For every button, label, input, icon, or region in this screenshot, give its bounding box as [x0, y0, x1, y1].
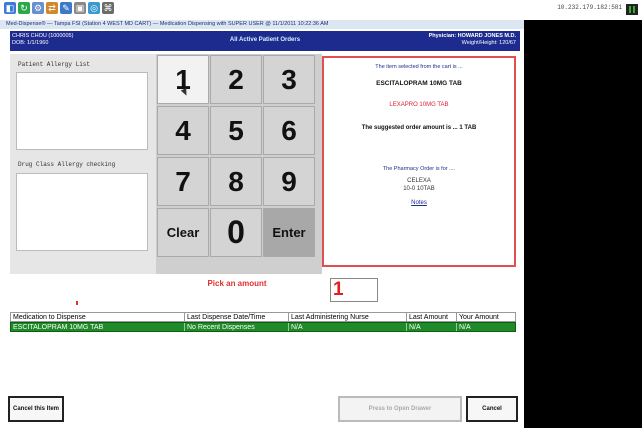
numeric-keypad: 1 2 3 4 5 6 7 8 9 Clear 0 Enter — [156, 54, 322, 274]
pause-icon[interactable] — [626, 4, 638, 15]
notes-link[interactable]: Notes — [324, 200, 514, 206]
network-icon[interactable]: ⌘ — [102, 2, 114, 14]
drug-class-allergy-label: Drug Class Allergy checking — [18, 161, 116, 168]
toolbar-icons: ◧ ↻ ⚙ ⇄ ✎ ▣ ◎ ⌘ — [4, 2, 114, 14]
settings-icon[interactable]: ⚙ — [32, 2, 44, 14]
connection-icon[interactable]: ◧ — [4, 2, 16, 14]
row-your-amount: N/A — [459, 324, 471, 331]
amount-field[interactable]: 1 — [330, 278, 378, 302]
drug-class-allergy-list[interactable] — [16, 173, 148, 251]
cancel-button[interactable]: Cancel — [466, 396, 518, 422]
key-5[interactable]: 5 — [210, 106, 262, 155]
key-2[interactable]: 2 — [210, 55, 262, 104]
pharmacy-drug: CELEXA — [407, 178, 431, 184]
row-last-amount: N/A — [407, 323, 457, 331]
patient-header: CHRIS CHOU (1000005) DOB: 1/1/1960 All A… — [10, 31, 520, 51]
allergy-panel: Patient Allergy List Drug Class Allergy … — [10, 54, 156, 274]
pick-amount-prompt: Pick an amount — [207, 279, 267, 288]
suggested-amount: The suggested order amount is ... 1 TAB — [361, 125, 477, 131]
window-title: Med-Dispense® — Tampa FSI (Station 4 WES… — [0, 20, 524, 29]
row-medication: ESCITALOPRAM 10MG TAB — [11, 323, 185, 331]
key-4[interactable]: 4 — [157, 106, 209, 155]
med-dispense-app: Med-Dispense® — Tampa FSI (Station 4 WES… — [0, 20, 524, 428]
col-last-dispense[interactable]: Last Dispense Date/Time — [185, 313, 289, 321]
cancel-item-button[interactable]: Cancel this Item — [8, 396, 64, 422]
key-8[interactable]: 8 — [210, 157, 262, 206]
table-row[interactable]: ESCITALOPRAM 10MG TAB No Recent Dispense… — [10, 322, 516, 332]
transfer-icon[interactable]: ⇄ — [46, 2, 58, 14]
order-info-panel: The item selected from the cart is ... E… — [322, 56, 516, 267]
globe-icon[interactable]: ◎ — [88, 2, 100, 14]
brand-drug-name: LEXAPRO 10MG TAB — [389, 102, 449, 108]
key-9[interactable]: 9 — [263, 157, 315, 206]
col-your-amount[interactable]: Your Amount — [457, 313, 517, 321]
weight-height: Weight/Height: 120/67 — [461, 40, 516, 46]
selected-item-text: The item selected from the cart is ... — [375, 64, 463, 70]
row-last-dispense: No Recent Dispenses — [185, 323, 289, 331]
patient-allergy-label: Patient Allergy List — [18, 61, 91, 68]
selected-drug-name: ESCITALOPRAM 10MG TAB — [376, 80, 462, 87]
refresh-icon[interactable]: ↻ — [18, 2, 30, 14]
key-3[interactable]: 3 — [263, 55, 315, 104]
table-empty-area — [10, 332, 516, 384]
table-header: Medication to Dispense Last Dispense Dat… — [10, 312, 516, 322]
open-drawer-button[interactable]: Press to Open Drawer — [338, 396, 462, 422]
key-0[interactable]: 0 — [210, 208, 262, 257]
physician-info: Physician: HOWARD JONES M.D. Weight/Heig… — [429, 33, 516, 47]
key-7[interactable]: 7 — [157, 157, 209, 206]
enter-button[interactable]: Enter — [263, 208, 315, 257]
col-last-nurse[interactable]: Last Administering Nurse — [289, 313, 407, 321]
col-medication[interactable]: Medication to Dispense — [11, 313, 185, 321]
pharmacy-order-text: The Pharmacy Order is for .... — [382, 166, 456, 172]
row-last-nurse: N/A — [289, 323, 407, 331]
clear-button[interactable]: Clear — [157, 208, 209, 257]
pen-icon[interactable]: ✎ — [60, 2, 72, 14]
remote-address: 10.232.179.182:581 — [557, 4, 622, 11]
red-marker — [76, 301, 78, 305]
col-last-amount[interactable]: Last Amount — [407, 313, 457, 321]
screen-icon[interactable]: ▣ — [74, 2, 86, 14]
patient-allergy-list[interactable] — [16, 72, 148, 150]
key-6[interactable]: 6 — [263, 106, 315, 155]
remote-toolbar: ◧ ↻ ⚙ ⇄ ✎ ▣ ◎ ⌘ 10.232.179.182:581 — [0, 0, 642, 20]
pharmacy-quantity: 10-0 10TAB — [403, 186, 435, 192]
action-bar: Cancel this Item Press to Open Drawer Ca… — [0, 392, 524, 428]
physician-name: Physician: HOWARD JONES M.D. — [428, 33, 516, 39]
